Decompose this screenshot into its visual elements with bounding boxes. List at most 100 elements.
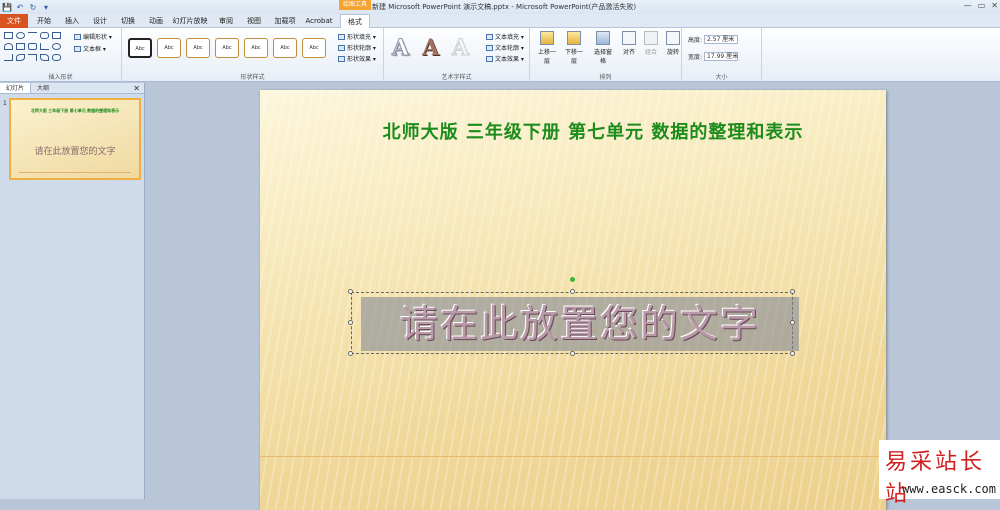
square-shape-icon[interactable] [52, 32, 61, 39]
align-icon [622, 31, 636, 45]
shape-style-swatch-1[interactable]: Abc [128, 38, 152, 58]
width-field: 宽度: 17.99 厘米 [688, 52, 738, 61]
rotation-handle[interactable] [570, 277, 575, 282]
connector-shape-icon[interactable] [4, 54, 13, 61]
tab-slides[interactable]: 幻灯片 [0, 83, 32, 93]
wave-shape-icon[interactable] [40, 54, 49, 61]
resize-handle-r[interactable] [790, 320, 795, 325]
tab-design[interactable]: 设计 [86, 14, 114, 28]
slide-number: 1 [3, 100, 7, 107]
shape-style-swatch-6[interactable]: Abc [273, 38, 297, 58]
leaf-shape-icon[interactable] [16, 54, 25, 61]
shape-style-swatch-7[interactable]: Abc [302, 38, 326, 58]
group-label-wordart-styles: 艺术字样式 [441, 74, 472, 81]
close-icon[interactable]: ✕ [991, 1, 998, 10]
effects-icon [338, 55, 345, 62]
tab-insert[interactable]: 插入 [58, 14, 86, 28]
width-input[interactable]: 17.99 厘米 [704, 52, 738, 61]
tab-format[interactable]: 格式 [340, 14, 370, 29]
tab-animations[interactable]: 动画 [142, 14, 170, 28]
wordart-style-3[interactable]: A [451, 35, 469, 62]
customize-icon[interactable]: ▾ [41, 2, 51, 12]
close-pane-icon[interactable]: ✕ [133, 83, 140, 94]
shape-outline-button[interactable]: 形状轮廓 ▾ [338, 43, 376, 52]
shape-fill-button[interactable]: 形状填充 ▾ [338, 32, 376, 41]
text-fill-icon [486, 33, 493, 40]
slide[interactable]: 北师大版 三年级下册 第七单元 数据的整理和表示 请在此放置您的文字 [260, 90, 886, 510]
align-label: 对齐 [622, 49, 635, 56]
minimize-icon[interactable]: — [964, 1, 972, 10]
slide-thumbnail[interactable]: 北师大版 三年级下册 第七单元 数据的整理和表示 请在此放置您的文字 [9, 98, 141, 180]
text-outline-label: 文本轮廓 ▾ [495, 45, 524, 52]
text-outline-icon [486, 44, 493, 51]
bracket-shape-icon[interactable] [40, 43, 49, 50]
resize-handle-bl[interactable] [348, 351, 353, 356]
slides-pane: 幻灯片 大纲 ✕ 1 北师大版 三年级下册 第七单元 数据的整理和表示 请在此放… [0, 83, 145, 499]
save-icon[interactable]: 💾 [2, 2, 12, 12]
thumbnail-line [19, 172, 131, 173]
site-watermark: 易采站长站 www.easck.com [879, 440, 1000, 507]
shape-style-swatch-4[interactable]: Abc [215, 38, 239, 58]
thumbnail-title: 北师大版 三年级下册 第七单元 数据的整理和表示 [30, 108, 120, 113]
redo-icon[interactable]: ↻ [28, 2, 38, 12]
shape-style-swatch-5[interactable]: Abc [244, 38, 268, 58]
resize-handle-tl[interactable] [348, 289, 353, 294]
slide-footer-line [260, 456, 886, 457]
wordart-style-1[interactable]: A [391, 35, 409, 62]
resize-handle-t[interactable] [570, 289, 575, 294]
rectangle-shape-icon[interactable] [4, 32, 13, 39]
slide-title[interactable]: 北师大版 三年级下册 第七单元 数据的整理和表示 [260, 118, 886, 144]
pentagon-shape-icon[interactable] [28, 43, 37, 50]
oval-shape-icon[interactable] [16, 32, 25, 39]
tab-review[interactable]: 审阅 [212, 14, 240, 28]
text-outline-button[interactable]: 文本轮廓 ▾ [486, 43, 524, 52]
text-effects-label: 文本效果 ▾ [495, 56, 524, 63]
wordart-style-2[interactable]: A [422, 35, 439, 61]
tab-acrobat[interactable]: Acrobat [302, 14, 336, 28]
rotate-button[interactable]: 旋转 [662, 31, 684, 56]
resize-handle-tr[interactable] [790, 289, 795, 294]
paint-bucket-icon [338, 33, 345, 40]
resize-handle-br[interactable] [790, 351, 795, 356]
tab-home[interactable]: 开始 [30, 14, 58, 28]
height-input[interactable]: 2.57 厘米 [704, 35, 739, 44]
brace-shape-icon[interactable] [52, 54, 61, 61]
selection-pane-label: 选择窗格 [593, 49, 612, 65]
resize-handle-l[interactable] [348, 320, 353, 325]
tab-file[interactable]: 文件 [0, 14, 28, 28]
slides-pane-tabs: 幻灯片 大纲 ✕ [0, 83, 144, 94]
shape-outline-label: 形状轮廓 ▾ [347, 45, 376, 52]
tab-view[interactable]: 视图 [240, 14, 268, 28]
shape-style-swatch-2[interactable]: Abc [157, 38, 181, 58]
rounded-rect-shape-icon[interactable] [40, 32, 49, 39]
selection-pane-button[interactable]: 选择窗格 [592, 31, 614, 65]
corner-shape-icon[interactable] [28, 54, 37, 61]
text-effects-button[interactable]: 文本效果 ▾ [486, 54, 524, 63]
watermark-url: www.easck.com [902, 482, 996, 496]
bring-forward-button[interactable]: 上移一层 [536, 31, 558, 65]
text-fill-button[interactable]: 文本填充 ▾ [486, 32, 524, 41]
group-label-shape-styles: 形状样式 [240, 74, 265, 81]
triangle-shape-icon[interactable] [16, 43, 25, 50]
tab-outline[interactable]: 大纲 [31, 83, 55, 93]
tab-addins[interactable]: 加载项 [270, 14, 300, 28]
tab-slideshow[interactable]: 幻灯片放映 [170, 14, 210, 28]
wordart-text-box[interactable]: 请在此放置您的文字 [361, 297, 799, 351]
width-label: 宽度: [688, 54, 703, 61]
send-backward-button[interactable]: 下移一层 [563, 31, 585, 65]
shape-effects-button[interactable]: 形状效果 ▾ [338, 54, 376, 63]
undo-icon[interactable]: ↶ [15, 2, 25, 12]
text-box-button[interactable]: 文本框 ▾ [74, 44, 106, 53]
maximize-icon[interactable]: ▭ [978, 1, 986, 10]
height-label: 高度: [688, 37, 703, 44]
tab-transitions[interactable]: 切换 [114, 14, 142, 28]
circle-shape-icon[interactable] [52, 43, 61, 50]
edit-shape-button[interactable]: 编辑形状 ▾ [74, 32, 112, 41]
line-shape-icon[interactable] [28, 32, 37, 39]
resize-handle-b[interactable] [570, 351, 575, 356]
align-button[interactable]: 对齐 [618, 31, 640, 56]
group-objects-button[interactable]: 组合 [640, 31, 662, 56]
slide-editor: 北师大版 三年级下册 第七单元 数据的整理和表示 请在此放置您的文字 [146, 83, 1000, 510]
arc-shape-icon[interactable] [4, 43, 13, 50]
shape-style-swatch-3[interactable]: Abc [186, 38, 210, 58]
